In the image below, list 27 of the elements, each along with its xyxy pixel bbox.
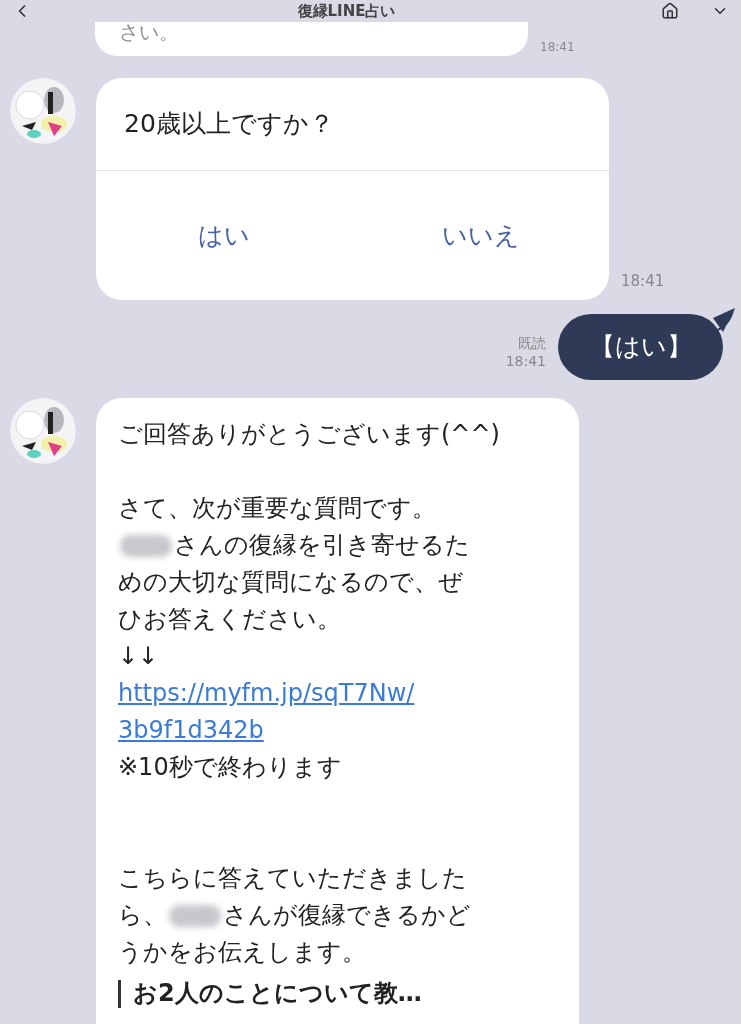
message-text: ら、 [118,900,167,931]
message-text: ↓↓ [118,641,159,672]
blurred-name [169,904,221,927]
message-text: 【はい】 [589,331,692,364]
message-text: ひお答えください。 [118,604,341,635]
message-text: さて、次が重要な質問です。 [118,493,436,524]
chat-title: 復縁LINE占い [297,3,396,19]
blurred-name [120,534,172,557]
quote-title: お2人のことについて教… [133,978,422,1009]
link[interactable]: https://myfm.jp/sqT7Nw/ [118,675,415,712]
answer-option[interactable]: はい [96,171,353,300]
message-text: ※10秒で終わります [118,752,342,783]
home-icon[interactable] [661,2,679,20]
message-text: さんの復縁を引き寄せるた [174,530,470,561]
timestamp: 18:41 [505,352,546,370]
message-text: さい。 [119,22,179,42]
message-text: さんが復縁できるかど [223,900,471,931]
read-receipt: 既読 [518,334,546,352]
message-text: めの大切な質問になるので、ぜ [118,567,463,598]
timestamp: 18:41 [540,39,575,56]
link[interactable]: 3b9f1d342b [118,712,264,749]
timestamp: 18:41 [621,270,665,292]
message-text: ご回答ありがとうございます(^^) [118,419,500,450]
message-text: うかをお伝えします。 [118,937,366,968]
message-text: こちらに答えていただきました [118,863,467,894]
question-text: 20歳以上ですか？ [124,108,334,141]
answer-option[interactable]: いいえ [352,171,609,300]
